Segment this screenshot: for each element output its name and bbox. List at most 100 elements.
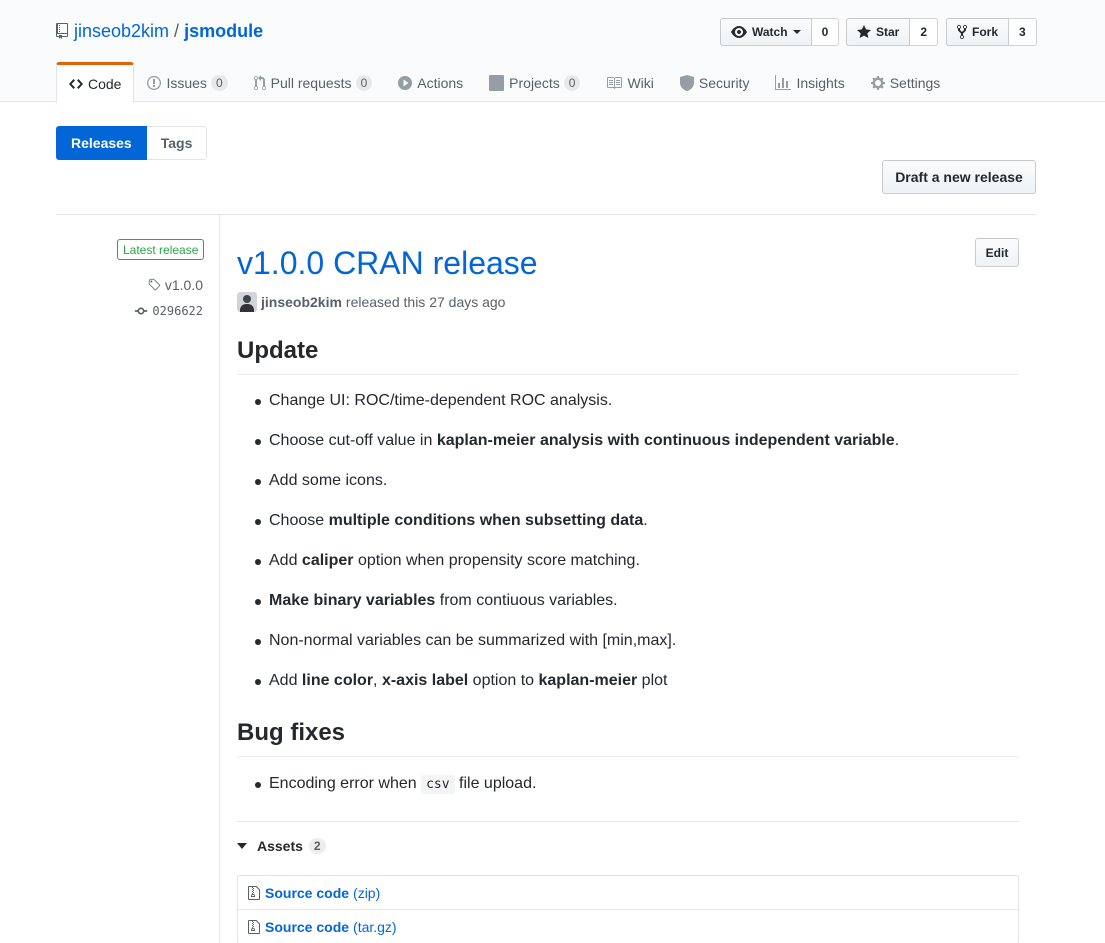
- tab-settings-label: Settings: [889, 75, 941, 91]
- asset-row-targz[interactable]: Source code (tar.gz): [238, 910, 1018, 943]
- fork-button[interactable]: Fork: [946, 18, 1010, 46]
- list-item: Non-normal variables can be summarized w…: [254, 621, 899, 661]
- list-item: Add some icons.: [254, 461, 899, 501]
- repo-name-link[interactable]: jsmodule: [184, 21, 263, 42]
- avatar[interactable]: [237, 292, 257, 312]
- tab-code-label: Code: [88, 75, 122, 92]
- watch-count[interactable]: 0: [811, 18, 840, 46]
- commit-icon: [135, 307, 148, 315]
- code-icon: [69, 78, 83, 89]
- list-item: Make binary variables from contiuous var…: [254, 581, 899, 621]
- star-label: Star: [876, 25, 900, 39]
- repo-header: jinseob2kim / jsmodule Watch 0 Star 2 Fo…: [0, 0, 1105, 103]
- watch-label: Watch: [752, 25, 788, 39]
- caret-down-icon: [237, 843, 247, 849]
- gear-icon: [870, 76, 885, 90]
- repo-nav: Code Issues 0 Pull requests 0 Actions Pr…: [56, 62, 954, 103]
- tab-settings[interactable]: Settings: [858, 62, 954, 102]
- tab-projects[interactable]: Projects 0: [476, 62, 593, 102]
- edit-button[interactable]: Edit: [975, 238, 1019, 267]
- list-item: Change UI: ROC/time-dependent ROC analys…: [254, 381, 899, 421]
- tab-issues[interactable]: Issues 0: [134, 62, 240, 102]
- author-link[interactable]: jinseob2kim: [261, 294, 342, 310]
- star-count[interactable]: 2: [910, 18, 939, 46]
- update-heading: Update: [237, 336, 1019, 375]
- asset-type: (tar.gz): [353, 918, 397, 935]
- fork-group: Fork 3: [946, 18, 1037, 46]
- play-icon: [398, 76, 413, 90]
- repo-title: jinseob2kim / jsmodule: [56, 20, 263, 42]
- repo-separator: /: [174, 20, 180, 41]
- tab-security-label: Security: [698, 75, 750, 91]
- watch-group: Watch 0: [720, 18, 840, 46]
- assets-label: Assets: [257, 838, 303, 854]
- star-icon: [857, 25, 871, 38]
- tab-insights[interactable]: Insights: [762, 62, 857, 102]
- tags-tab[interactable]: Tags: [146, 126, 208, 160]
- issue-icon: [147, 76, 162, 90]
- assets-divider: [237, 821, 1019, 822]
- bugfix-heading: Bug fixes: [237, 718, 1019, 757]
- release-time-text: released this 27 days ago: [345, 294, 506, 310]
- chevron-down-icon: [792, 30, 801, 34]
- tab-actions[interactable]: Actions: [385, 62, 476, 102]
- repo-icon: [56, 23, 68, 39]
- fork-icon: [957, 24, 967, 40]
- asset-name: Source code: [265, 884, 350, 901]
- tab-wiki[interactable]: Wiki: [593, 62, 666, 102]
- bugfix-list: Encoding error when csv file upload.: [254, 764, 536, 804]
- issues-counter: 0: [210, 75, 228, 91]
- tab-pull-requests[interactable]: Pull requests 0: [241, 62, 386, 102]
- tab-actions-label: Actions: [417, 75, 464, 91]
- asset-type: (zip): [353, 884, 381, 901]
- star-group: Star 2: [846, 18, 939, 46]
- tab-insights-label: Insights: [796, 75, 845, 91]
- star-button[interactable]: Star: [846, 18, 911, 46]
- latest-release-badge: Latest release: [117, 239, 205, 260]
- tag-icon: [148, 278, 161, 291]
- divider: [56, 214, 1036, 215]
- tab-issues-label: Issues: [166, 75, 207, 91]
- releases-tab[interactable]: Releases: [56, 126, 147, 160]
- tab-projects-label: Projects: [509, 75, 560, 91]
- book-icon: [607, 77, 623, 89]
- tab-wiki-label: Wiki: [627, 75, 654, 91]
- repo-owner-link[interactable]: jinseob2kim: [74, 21, 169, 42]
- asset-name: Source code: [265, 918, 350, 935]
- assets-toggle[interactable]: Assets 2: [237, 838, 326, 854]
- project-icon: [489, 75, 505, 91]
- timeline-divider: [219, 214, 220, 943]
- release-commit-label: 0296622: [152, 304, 203, 318]
- assets-list: Source code (zip) Source code (tar.gz): [237, 875, 1019, 943]
- release-tag[interactable]: v1.0.0: [147, 277, 203, 293]
- draft-release-button[interactable]: Draft a new release: [882, 160, 1036, 194]
- release-title-link[interactable]: v1.0.0 CRAN release: [237, 243, 538, 283]
- shield-icon: [679, 75, 694, 91]
- projects-counter: 0: [563, 75, 581, 91]
- file-zip-icon: [248, 919, 260, 934]
- list-item: Add line color, x-axis label option to k…: [254, 661, 899, 701]
- pull-requests-counter: 0: [355, 75, 373, 91]
- release-tag-label: v1.0.0: [164, 277, 203, 293]
- fork-count[interactable]: 3: [1009, 18, 1037, 46]
- list-item: Choose multiple conditions when subsetti…: [254, 501, 899, 541]
- list-item: Encoding error when csv file upload.: [254, 764, 536, 804]
- file-zip-icon: [248, 885, 260, 900]
- watch-button[interactable]: Watch: [720, 18, 812, 46]
- assets-counter: 2: [308, 838, 326, 854]
- list-item: Choose cut-off value in kaplan-meier ana…: [254, 421, 899, 461]
- asset-row-zip[interactable]: Source code (zip): [238, 876, 1018, 910]
- pull-request-icon: [253, 75, 266, 91]
- list-item: Add caliper option when propensity score…: [254, 541, 899, 581]
- graph-icon: [775, 75, 792, 90]
- tab-security[interactable]: Security: [667, 62, 763, 102]
- eye-icon: [731, 26, 747, 38]
- tab-pull-requests-label: Pull requests: [270, 75, 352, 91]
- releases-subnav: Releases Tags: [56, 126, 208, 160]
- release-commit[interactable]: 0296622: [134, 304, 203, 318]
- release-author-line: jinseob2kim released this 27 days ago: [237, 292, 505, 312]
- inline-code: csv: [421, 775, 455, 794]
- update-list: Change UI: ROC/time-dependent ROC analys…: [254, 381, 899, 701]
- tab-code[interactable]: Code: [56, 62, 135, 103]
- fork-label: Fork: [972, 25, 999, 39]
